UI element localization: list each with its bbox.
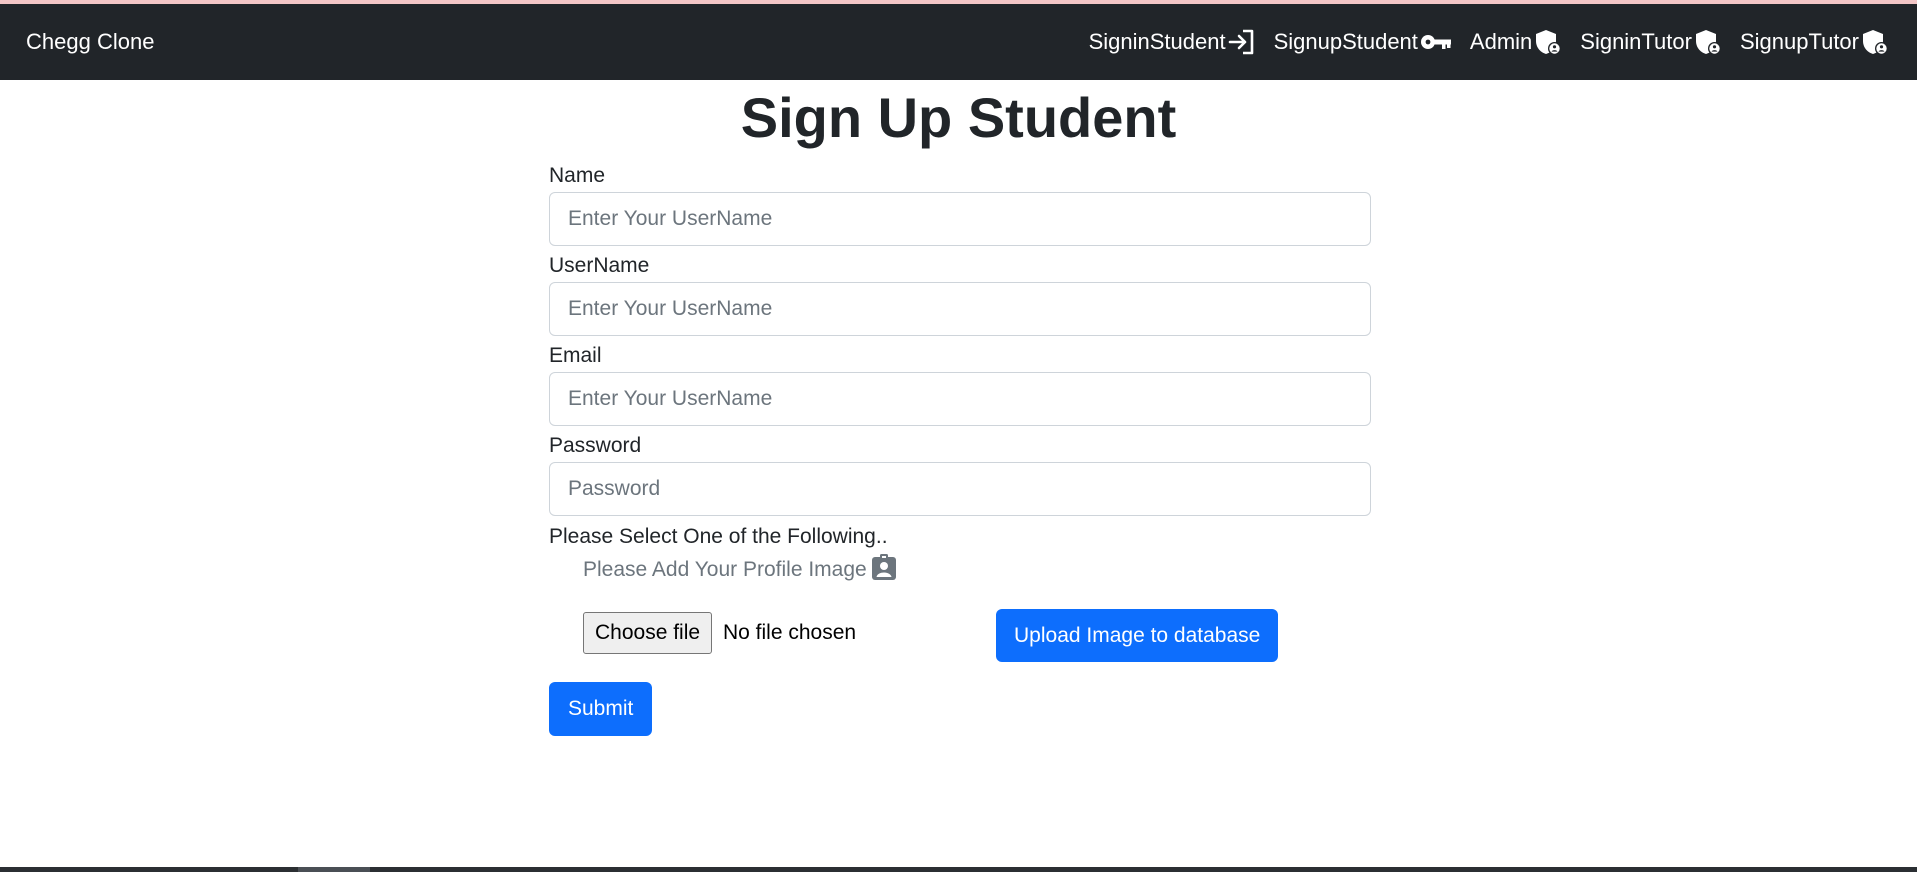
name-label: Name [549,164,606,187]
profile-image-hint-text: Please Add Your Profile Image [583,558,867,581]
password-field-group: Password [549,430,1371,517]
select-prompt: Please Select One of the Following.. [549,525,888,548]
key-icon [1420,31,1452,53]
nav-admin-label: Admin [1469,29,1533,54]
profile-image-hint: Please Add Your Profile Image [583,554,1371,586]
sign-in-icon [1228,29,1256,55]
nav-signin-student[interactable]: SigninStudent [1089,29,1256,55]
name-input[interactable] [549,192,1371,246]
name-field-group: Name [549,160,1371,247]
password-label: Password [549,434,642,457]
window-bottom-edge [0,867,1917,872]
nav-signin-tutor[interactable]: SigninTutor [1580,28,1722,56]
shield-user-icon [1694,28,1722,56]
nav-signup-student[interactable]: SignupStudent [1274,29,1452,55]
page-title: Sign Up Student [740,86,1177,149]
upload-image-button[interactable]: Upload Image to database [996,609,1279,662]
file-status-text: No file chosen [723,621,857,644]
id-badge-icon [871,553,897,587]
nav-signup-tutor-label: SignupTutor [1739,29,1859,54]
email-input[interactable] [549,372,1371,426]
email-label: Email [549,344,602,367]
username-label: UserName [549,254,650,277]
brand-link[interactable]: Chegg Clone [26,29,154,55]
navbar: Chegg Clone SigninStudent SignupStudent [0,4,1917,80]
nav-signup-tutor[interactable]: SignupTutor [1740,28,1889,56]
nav-signup-student-label: SignupStudent [1273,29,1418,54]
nav-admin[interactable]: Admin [1470,28,1562,56]
shield-user-icon [1861,28,1889,56]
choose-file-button[interactable]: Choose file [583,612,713,654]
submit-button[interactable]: Submit [549,682,653,736]
nav-signin-tutor-label: SigninTutor [1580,29,1692,54]
signup-form: Name UserName Email Password Please Sele… [549,160,1371,736]
password-input[interactable] [549,462,1371,516]
upload-row: Choose file No file chosen Upload Image … [549,600,1371,682]
username-input[interactable] [549,282,1371,336]
nav-links: SigninStudent SignupStudent Admin Signin… [1089,28,1891,56]
window-bottom-segment [298,867,370,872]
nav-signin-student-label: SigninStudent [1088,29,1226,54]
shield-user-icon [1534,28,1562,56]
email-field-group: Email [549,340,1371,427]
username-field-group: UserName [549,250,1371,337]
